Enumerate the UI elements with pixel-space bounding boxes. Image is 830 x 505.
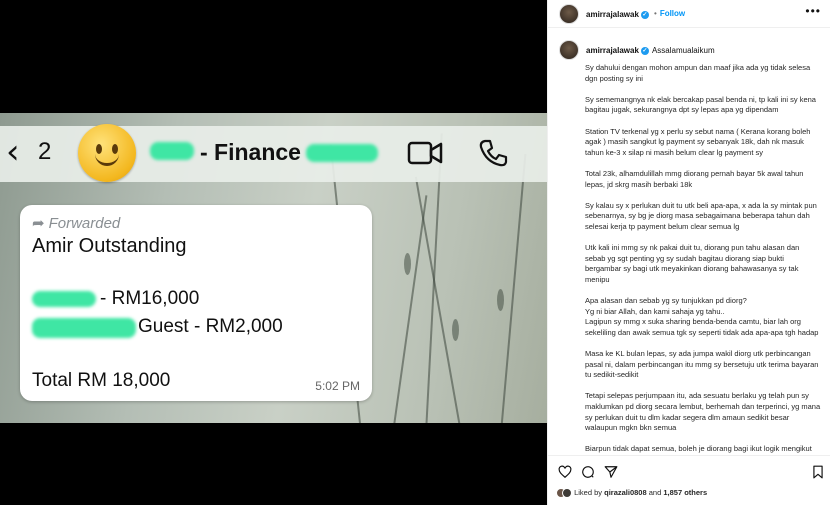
caption-paragraph: Sy dahului dengan mohon ampun dan maaf j… <box>585 63 811 83</box>
caption-paragraph: Apa alasan dan sebab yg sy tunjukkan pd … <box>585 296 819 337</box>
heart-icon[interactable] <box>558 465 572 479</box>
caption-paragraph: Station TV terkenal yg x perlu sy sebut … <box>585 126 811 157</box>
chevron-left-icon[interactable]: ‹ <box>6 132 20 172</box>
caption-paragraph: Biarpun tidak dapat semua, boleh je dior… <box>585 444 812 455</box>
caption-text: Sy dahului dengan mohon ampun dan maaf j… <box>585 63 821 455</box>
caption-paragraph: Masa ke KL bulan lepas, sy ada jumpa wak… <box>585 349 819 380</box>
caption-paragraph: Tetapi selepas perjumpaan itu, ada sesua… <box>585 391 821 433</box>
more-options-icon[interactable]: ••• <box>805 4 821 18</box>
forwarded-label: ➦ Forwarded <box>32 215 121 232</box>
phone-call-icon[interactable] <box>478 138 508 168</box>
avatar[interactable] <box>559 4 579 24</box>
avatar[interactable] <box>559 40 579 60</box>
bookmark-icon[interactable] <box>811 465 825 479</box>
follow-button[interactable]: Follow <box>660 9 685 18</box>
liker-avatar <box>562 488 572 499</box>
chat-screenshot-image: ‹ 2 - Finance ➦Forwarded Amir Outstandi <box>0 113 547 423</box>
message-total: Total RM 18,000 <box>32 370 171 391</box>
message-line-2: Guest - RM2,000 <box>138 316 283 337</box>
post-actions <box>548 455 830 485</box>
caption-area[interactable]: amirrajalawak ✓ Assalamualaikum Sy dahului… <box>548 29 830 455</box>
message-bubble: ➦ Forwarded Amir Outstanding - RM16,000 G… <box>20 205 372 401</box>
redaction-mark <box>32 291 96 307</box>
caption-paragraph: Sy sememangnya nk elak bercakap pasal be… <box>585 94 816 115</box>
verified-badge-icon: ✓ <box>640 46 649 55</box>
caption-greeting: Assalamualaikum <box>651 46 715 55</box>
video-call-icon[interactable] <box>407 140 443 166</box>
redaction-mark <box>32 318 136 338</box>
message-title: Amir Outstanding <box>32 235 187 257</box>
caption-paragraph: Utk kali ini mmg sy nk pakai duit tu, di… <box>585 243 800 284</box>
message-line-1: - RM16,000 <box>100 288 200 309</box>
post-header: amirrajalawak ✓ • Follow ••• <box>548 0 830 28</box>
caption-username[interactable]: amirrajalawak ✓ Assalamualaikum <box>586 46 715 55</box>
unread-count: 2 <box>38 138 52 165</box>
chat-title: - Finance <box>200 139 301 165</box>
post-panel: amirrajalawak ✓ • Follow ••• amirrajalawak… <box>547 0 830 505</box>
contact-avatar-emoji <box>78 124 136 182</box>
redaction-mark <box>306 144 378 162</box>
likes-summary[interactable]: Liked by qirazali0808 and 1,857 others <box>556 488 707 499</box>
message-time: 5:02 PM <box>315 379 360 393</box>
forward-arrow-icon: ➦ <box>32 215 45 232</box>
verified-badge-icon: ✓ <box>640 10 649 19</box>
likes-count[interactable]: 1,857 others <box>663 488 707 497</box>
likes-and: and <box>648 488 662 497</box>
post-media[interactable]: ‹ 2 - Finance ➦Forwarded Amir Outstandi <box>0 0 547 505</box>
post-username[interactable]: amirrajalawak ✓ <box>586 10 649 19</box>
caption-paragraph: Total 23k, alhamdulillah mmg diorang per… <box>585 168 804 189</box>
chat-header: ‹ 2 - Finance <box>0 124 547 182</box>
caption-paragraph: Sy kalau sy x perlukan duit tu utk beli … <box>585 200 817 231</box>
comment-icon[interactable] <box>581 465 595 479</box>
likes-user[interactable]: qirazali0808 <box>604 488 647 497</box>
redaction-mark <box>150 142 194 160</box>
separator-dot: • <box>654 9 657 18</box>
likes-prefix: Liked by <box>574 488 603 497</box>
share-icon[interactable] <box>604 465 618 479</box>
